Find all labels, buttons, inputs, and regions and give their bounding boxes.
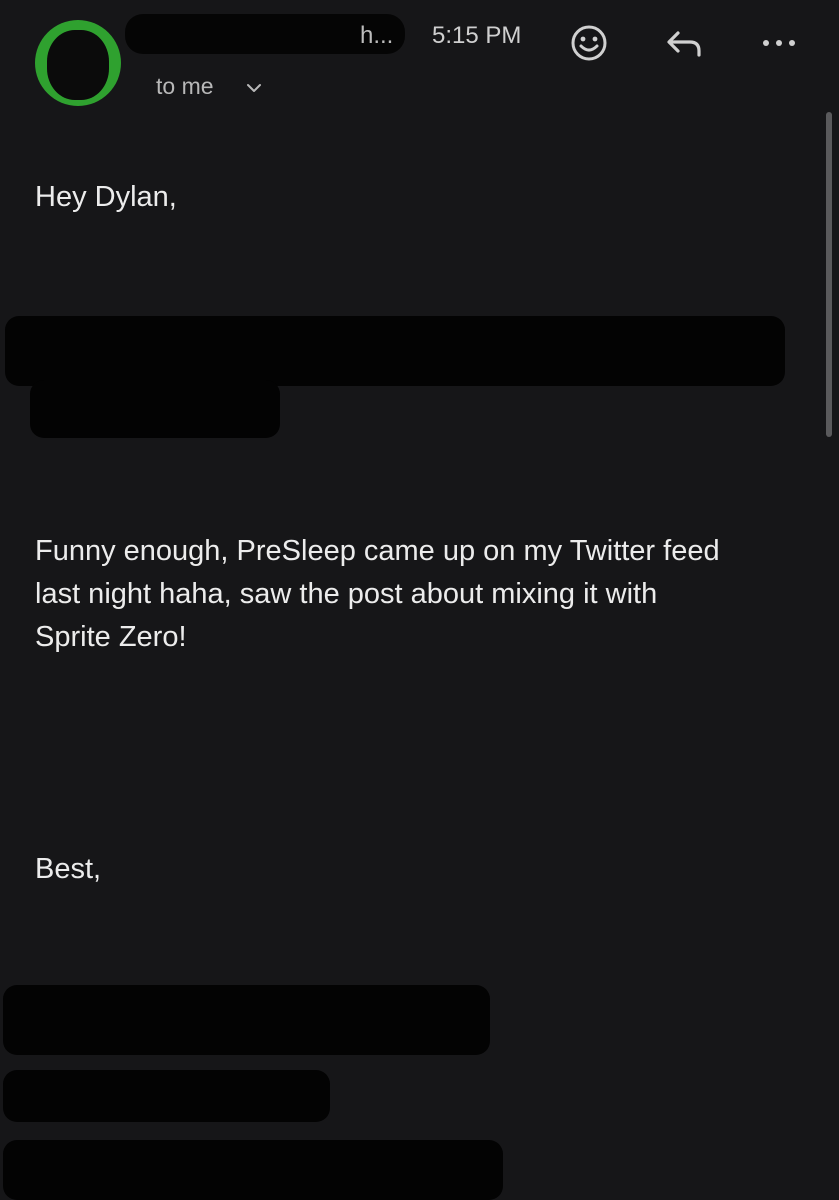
avatar-redaction xyxy=(47,30,109,100)
redacted-paragraph-line-2 xyxy=(30,380,280,438)
redacted-signature-line-1 xyxy=(3,985,490,1055)
sender-name-tail: h... xyxy=(360,22,394,49)
redacted-signature-line-2 xyxy=(3,1070,330,1122)
email-greeting: Hey Dylan, xyxy=(35,181,177,213)
more-icon[interactable] xyxy=(757,21,801,65)
paragraph-line: last night haha, saw the post about mixi… xyxy=(35,578,658,610)
paragraph-line: Funny enough, PreSleep came up on my Twi… xyxy=(35,535,720,567)
email-paragraph: Funny enough, PreSleep came up on my Twi… xyxy=(35,530,720,659)
redacted-signature-line-3 xyxy=(3,1140,503,1200)
sender-avatar[interactable] xyxy=(35,20,121,106)
scrollbar[interactable] xyxy=(826,112,832,437)
email-time: 5:15 PM xyxy=(432,22,522,49)
paragraph-line: Sprite Zero! xyxy=(35,621,187,653)
chevron-down-icon[interactable] xyxy=(244,78,264,98)
recipient-label[interactable]: to me xyxy=(156,73,214,100)
reply-icon[interactable] xyxy=(662,21,706,65)
emoji-icon[interactable] xyxy=(567,21,611,65)
redacted-paragraph-line-1 xyxy=(5,316,785,386)
email-signoff: Best, xyxy=(35,853,102,885)
